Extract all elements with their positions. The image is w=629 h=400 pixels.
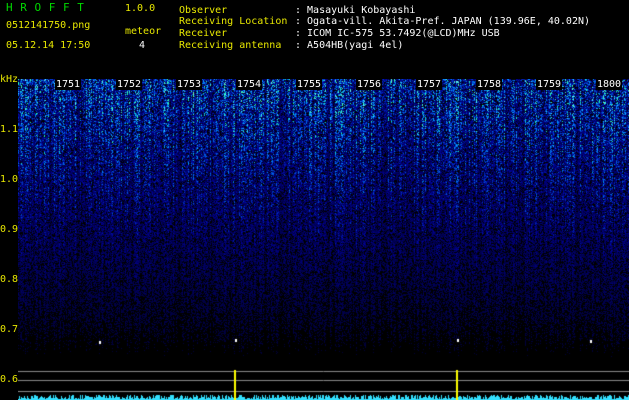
app-title: H R O F F T [6,1,85,14]
y-tick-0-6: 0.6 [0,374,19,385]
time-mark-1759: 1759 [536,79,563,90]
info-value-location: : Ogata-vill. Akita-Pref. JAPAN (139.96E… [295,16,591,27]
app-version: 1.0.0 [125,3,156,14]
y-tick-0-7: 0.7 [0,324,19,335]
meteor-count: 4 [139,40,146,51]
y-tick-1-0: 1.0 [0,174,19,185]
spectrogram [18,79,629,400]
info-label-receiver: Receiver [179,28,228,39]
y-tick-1-1: 1.1 [0,124,19,135]
time-mark-1752: 1752 [116,79,143,90]
y-tick-0-9: 0.9 [0,224,19,235]
file-datetime: 05.12.14 17:50 [6,40,91,51]
time-mark-1754: 1754 [236,79,263,90]
y-tick-0-8: 0.8 [0,274,19,285]
time-mark-1755: 1755 [296,79,323,90]
time-mark-1756: 1756 [356,79,383,90]
time-mark-1757: 1757 [416,79,443,90]
meteor-label: meteor [125,26,162,37]
file-name: 0512141750.png [6,20,91,31]
info-label-location: Receiving Location [179,16,288,27]
time-mark-1800: 1800 [596,79,623,90]
time-mark-1751: 1751 [55,79,82,90]
info-value-receiver: : ICOM IC-575 53.7492(@LCD)MHz USB [295,28,500,39]
time-mark-1758: 1758 [476,79,503,90]
time-mark-1753: 1753 [176,79,203,90]
axis-unit-label: kHz [0,74,19,85]
info-value-antenna: : A504HB(yagi 4el) [295,40,404,51]
info-label-antenna: Receiving antenna [179,40,282,51]
